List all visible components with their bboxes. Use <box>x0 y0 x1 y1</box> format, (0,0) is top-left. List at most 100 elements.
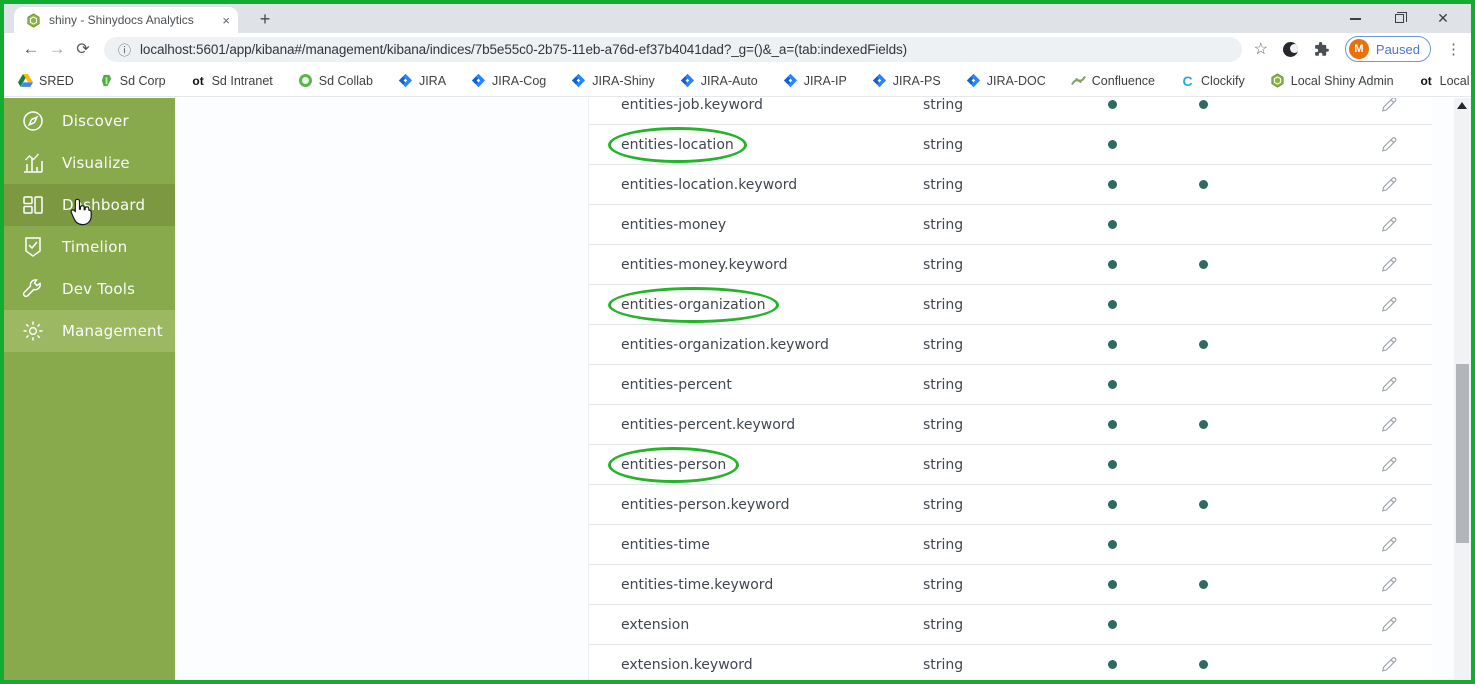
aggregatable-dot <box>1198 500 1208 509</box>
clockify-icon: C <box>1182 72 1193 89</box>
field-type: string <box>923 98 964 113</box>
bookmark-label: JIRA <box>418 73 447 88</box>
bookmark-clockify[interactable]: C Clockify <box>1180 72 1245 89</box>
searchable-dot <box>1107 500 1117 509</box>
sidebar-item-timelion[interactable]: Timelion <box>4 226 175 268</box>
pencil-icon <box>1381 576 1398 593</box>
extensions-puzzle-icon[interactable] <box>1313 41 1330 58</box>
edit-field-button[interactable] <box>1381 616 1432 633</box>
edit-field-button[interactable] <box>1381 296 1432 313</box>
bookmark-label: Local CS <box>1439 73 1471 88</box>
edit-field-button[interactable] <box>1381 536 1432 553</box>
field-type: string <box>923 456 964 473</box>
jira-icon <box>680 73 695 88</box>
bookmark-sd-corp[interactable]: Sd Corp <box>99 73 166 88</box>
edit-field-button[interactable] <box>1381 256 1432 273</box>
field-type: string <box>923 336 964 353</box>
pencil-icon <box>1381 456 1398 473</box>
sidebar-item-discover[interactable]: Discover <box>4 100 175 142</box>
restore-button[interactable] <box>1377 4 1421 33</box>
bookmark-sd-intranet[interactable]: ot Sd Intranet <box>191 73 273 88</box>
bookmark-jira-shiny[interactable]: JIRA-Shiny <box>571 73 655 88</box>
edit-field-button[interactable] <box>1381 456 1432 473</box>
edit-field-button[interactable] <box>1381 98 1432 113</box>
address-toolbar: ← → ⟳ ⓘ localhost:5601/app/kibana#/manag… <box>4 33 1471 65</box>
pencil-icon <box>1381 256 1398 273</box>
kibana-sidebar: Discover Visualize Dashboard Timelion Dev To… <box>4 98 175 680</box>
searchable-dot <box>1107 540 1117 549</box>
browser-window: shiny - Shinydocs Analytics × + ✕ ← → ⟳ … <box>0 0 1475 684</box>
field-name: entities-money.keyword <box>621 256 788 273</box>
url-text[interactable]: localhost:5601/app/kibana#/management/ki… <box>140 42 907 57</box>
extension-ball-icon[interactable] <box>1282 41 1298 57</box>
edit-field-button[interactable] <box>1381 656 1432 673</box>
restore-icon <box>1394 11 1408 23</box>
field-type: string <box>923 536 964 553</box>
jira-icon <box>471 73 486 88</box>
site-info-icon[interactable]: ⓘ <box>118 40 131 59</box>
bookmark-jira-auto[interactable]: JIRA-Auto <box>680 73 758 88</box>
edit-field-button[interactable] <box>1381 376 1432 393</box>
bookmark-label: JIRA-Auto <box>700 73 758 88</box>
minimize-button[interactable] <box>1333 4 1377 33</box>
profile-button[interactable]: M Paused <box>1344 36 1431 62</box>
edit-field-button[interactable] <box>1381 576 1432 593</box>
bookmark-confluence[interactable]: Confluence <box>1071 73 1155 88</box>
field-type: string <box>923 256 964 273</box>
edit-field-button[interactable] <box>1381 216 1432 233</box>
edit-field-button[interactable] <box>1381 336 1432 353</box>
table-row: entities-location string <box>589 125 1432 165</box>
bookmark-label: Sd Intranet <box>211 73 273 88</box>
sidebar-item-visualize[interactable]: Visualize <box>4 142 175 184</box>
edit-field-button[interactable] <box>1381 496 1432 513</box>
aggregatable-dot <box>1198 180 1208 189</box>
sidebar-item-management[interactable]: Management <box>4 310 175 352</box>
bookmark-local-shiny-admin[interactable]: Local Shiny Admin <box>1270 73 1394 88</box>
pencil-icon <box>1381 176 1398 193</box>
new-tab-button[interactable]: + <box>252 6 278 32</box>
pencil-icon <box>1381 656 1398 673</box>
field-name: entities-time <box>621 536 710 553</box>
field-type: string <box>923 576 964 593</box>
tab-close-icon[interactable]: × <box>222 13 230 28</box>
compass-icon <box>21 109 45 133</box>
field-name: entities-percent.keyword <box>621 416 796 433</box>
close-button[interactable]: ✕ <box>1421 4 1465 33</box>
bookmark-jira-doc[interactable]: JIRA-DOC <box>966 73 1046 88</box>
url-box[interactable]: ⓘ localhost:5601/app/kibana#/management/… <box>104 36 1242 62</box>
page-scrollbar[interactable] <box>1454 98 1471 680</box>
bookmark-jira-ip[interactable]: JIRA-IP <box>783 73 847 88</box>
edit-field-button[interactable] <box>1381 416 1432 433</box>
table-row: entities-percent.keyword string <box>589 405 1432 445</box>
field-name: extension <box>621 616 690 633</box>
field-name: entities-person.keyword <box>621 496 790 513</box>
bookmark-jira-cog[interactable]: JIRA-Cog <box>471 73 546 88</box>
bookmark-sd-collab[interactable]: Sd Collab <box>298 73 373 88</box>
bookmark-local-cs[interactable]: ot Local CS <box>1419 73 1471 88</box>
bookmark-label: Clockify <box>1201 73 1245 88</box>
field-name: entities-percent <box>621 376 732 393</box>
bookmark-jira[interactable]: JIRA <box>398 73 446 88</box>
browser-tab[interactable]: shiny - Shinydocs Analytics × <box>14 7 238 33</box>
sidebar-item-dev-tools[interactable]: Dev Tools <box>4 268 175 310</box>
scrollbar-thumb[interactable] <box>1456 364 1469 543</box>
field-type: string <box>923 176 964 193</box>
reload-button[interactable]: ⟳ <box>70 39 96 59</box>
bookmark-jira-ps[interactable]: JIRA-PS <box>872 73 941 88</box>
searchable-dot <box>1107 300 1117 309</box>
browser-menu-button[interactable]: ⋮ <box>1446 40 1461 58</box>
bookmark-label: Confluence <box>1091 73 1156 88</box>
scroll-up-arrow-icon[interactable] <box>1457 102 1467 109</box>
aggregatable-dot <box>1198 420 1208 429</box>
table-row: entities-person string <box>589 445 1432 485</box>
field-type: string <box>923 416 964 433</box>
edit-field-button[interactable] <box>1381 136 1432 153</box>
pencil-icon <box>1381 98 1398 113</box>
edit-field-button[interactable] <box>1381 176 1432 193</box>
bookmark-sred[interactable]: SRED <box>18 73 74 88</box>
forward-button[interactable]: → <box>44 39 70 59</box>
back-button[interactable]: ← <box>18 39 44 59</box>
bookmark-label: SRED <box>39 73 74 88</box>
sidebar-item-label: Management <box>62 322 163 340</box>
bookmark-star-icon[interactable]: ☆ <box>1254 39 1268 59</box>
